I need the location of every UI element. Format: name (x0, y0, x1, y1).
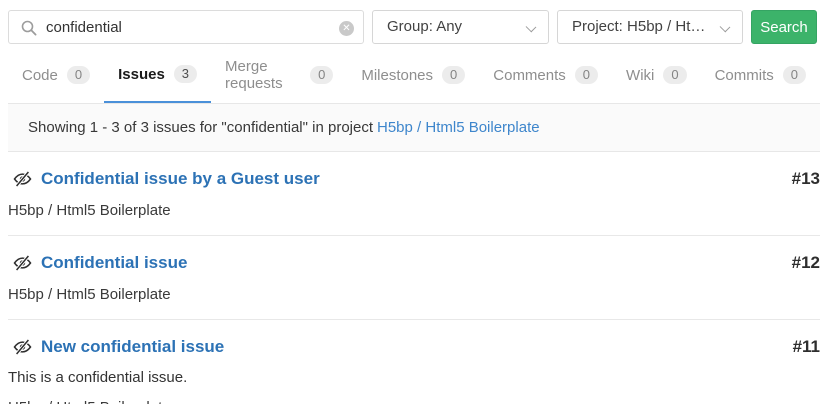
tab-count-badge: 0 (663, 66, 686, 84)
issue-project-name: H5bp / Html5 Boilerplate (8, 202, 820, 219)
tab-label: Issues (118, 66, 165, 83)
tab-count-badge: 0 (310, 66, 333, 84)
tab-issues[interactable]: Issues 3 (104, 58, 211, 103)
confidential-eye-slash-icon (13, 339, 32, 355)
search-filter-bar: ✕ Group: Any Project: H5bp / Html5 ... S… (0, 0, 835, 44)
search-scope-tabs: Code 0 Issues 3 Merge requests 0 Milesto… (8, 58, 820, 103)
results-summary-banner: Showing 1 - 3 of 3 issues for "confident… (8, 103, 820, 152)
search-results-list: Confidential issue by a Guest user #13 H… (8, 152, 820, 404)
chevron-down-icon (720, 22, 731, 33)
clear-search-icon[interactable]: ✕ (339, 21, 354, 36)
confidential-eye-slash-icon (13, 171, 32, 187)
group-filter-label: Group: Any (387, 11, 518, 43)
issue-title-link[interactable]: Confidential issue by a Guest user (41, 169, 320, 189)
issue-result-row: Confidential issue #12 H5bp / Html5 Boil… (8, 236, 820, 320)
issue-result-row: New confidential issue #11 This is a con… (8, 320, 820, 404)
issue-id: #13 (792, 169, 820, 189)
search-box: ✕ (8, 10, 364, 44)
tab-wiki[interactable]: Wiki 0 (612, 58, 701, 103)
issue-result-head: Confidential issue #12 (8, 253, 820, 273)
tab-commits[interactable]: Commits 0 (701, 58, 820, 103)
tab-label: Merge requests (225, 58, 301, 92)
tab-comments[interactable]: Comments 0 (479, 58, 612, 103)
search-input[interactable] (9, 11, 363, 43)
issue-project-name: H5bp / Html5 Boilerplate (8, 286, 820, 303)
tab-merge-requests[interactable]: Merge requests 0 (211, 58, 347, 103)
issue-title-wrap: New confidential issue (8, 337, 224, 357)
search-button[interactable]: Search (751, 10, 817, 44)
tab-count-badge: 0 (442, 66, 465, 84)
tab-label: Code (22, 67, 58, 84)
summary-project-link[interactable]: H5bp / Html5 Boilerplate (377, 119, 540, 136)
tab-count-badge: 0 (67, 66, 90, 84)
tab-code[interactable]: Code 0 (8, 58, 104, 103)
issue-result-row: Confidential issue by a Guest user #13 H… (8, 152, 820, 236)
confidential-eye-slash-icon (13, 255, 32, 271)
tab-count-badge: 0 (575, 66, 598, 84)
tab-label: Commits (715, 67, 774, 84)
issue-result-head: New confidential issue #11 (8, 337, 820, 357)
issue-description: This is a confidential issue. (8, 369, 820, 386)
project-filter-label: Project: H5bp / Html5 ... (572, 11, 712, 43)
issue-id: #11 (793, 337, 820, 357)
tab-label: Milestones (361, 67, 433, 84)
issue-title-wrap: Confidential issue by a Guest user (8, 169, 320, 189)
tab-count-badge: 0 (783, 66, 806, 84)
issue-title-link[interactable]: Confidential issue (41, 253, 187, 273)
group-filter-dropdown[interactable]: Group: Any (372, 10, 549, 44)
project-filter-dropdown[interactable]: Project: H5bp / Html5 ... (557, 10, 743, 44)
issue-title-link[interactable]: New confidential issue (41, 337, 224, 357)
issue-project-name: H5bp / Html5 Boilerplate (8, 399, 820, 404)
results-summary-text: Showing 1 - 3 of 3 issues for "confident… (28, 119, 373, 136)
chevron-down-icon (526, 22, 537, 33)
tab-label: Wiki (626, 67, 654, 84)
search-icon (21, 20, 37, 36)
issue-id: #12 (792, 253, 820, 273)
tab-count-badge: 3 (174, 65, 197, 83)
tab-label: Comments (493, 67, 566, 84)
issue-title-wrap: Confidential issue (8, 253, 187, 273)
issue-result-head: Confidential issue by a Guest user #13 (8, 169, 820, 189)
tab-milestones[interactable]: Milestones 0 (347, 58, 479, 103)
